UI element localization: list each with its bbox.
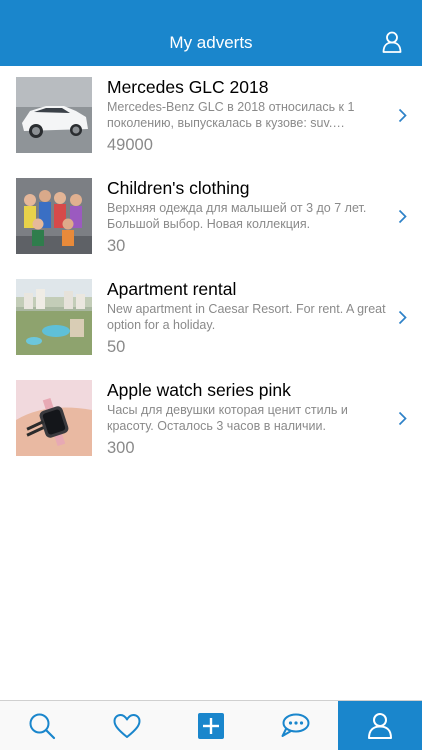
search-icon (29, 713, 56, 740)
add-icon (197, 713, 224, 739)
chat-icon (281, 713, 310, 737)
advert-title: Apartment rental (107, 279, 237, 299)
advert-row[interactable]: Children's clothing Верхняя одежда для м… (0, 167, 422, 268)
advert-title: Mercedes GLC 2018 (107, 77, 269, 97)
resort-aerial-photo (16, 279, 92, 355)
tab-profile[interactable] (337, 701, 422, 750)
advert-description: Часы для девушки которая ценит стиль и к… (107, 403, 348, 433)
chevron-right-icon (398, 209, 407, 224)
advert-row[interactable]: Mercedes GLC 2018 Mercedes-Benz GLC в 20… (0, 66, 422, 167)
advert-description: New apartment in Caesar Resort. For rent… (107, 302, 386, 332)
pink-watch-photo (16, 380, 92, 456)
chevron-right-icon (398, 310, 407, 325)
advert-description: Верхняя одежда для малышей от 3 до 7 лет… (107, 201, 367, 231)
advert-description: Mercedes-Benz GLC в 2018 относилась к 1 … (107, 100, 355, 130)
user-icon (367, 713, 392, 739)
heart-icon (113, 714, 141, 738)
tab-bar (0, 700, 422, 750)
advert-price: 30 (107, 237, 126, 255)
user-icon[interactable] (382, 31, 402, 53)
advert-price: 49000 (107, 136, 153, 154)
header-bar: My adverts (0, 0, 422, 66)
tab-search[interactable] (0, 701, 84, 750)
advert-row[interactable]: Apartment rental New apartment in Caesar… (0, 268, 422, 369)
chevron-right-icon (398, 411, 407, 426)
page-title: My adverts (169, 33, 253, 52)
tab-favorites[interactable] (84, 701, 168, 750)
white-suv-photo (16, 77, 92, 153)
adverts-list: Mercedes GLC 2018 Mercedes-Benz GLC в 20… (0, 66, 422, 470)
children-group-photo (16, 178, 92, 254)
advert-price: 300 (107, 439, 135, 457)
advert-title: Apple watch series pink (107, 380, 291, 400)
chevron-right-icon (398, 108, 407, 123)
advert-row[interactable]: Apple watch series pink Часы для девушки… (0, 369, 422, 470)
tab-add[interactable] (169, 701, 253, 750)
advert-price: 50 (107, 338, 126, 356)
advert-title: Children's clothing (107, 178, 250, 198)
tab-messages[interactable] (253, 701, 337, 750)
